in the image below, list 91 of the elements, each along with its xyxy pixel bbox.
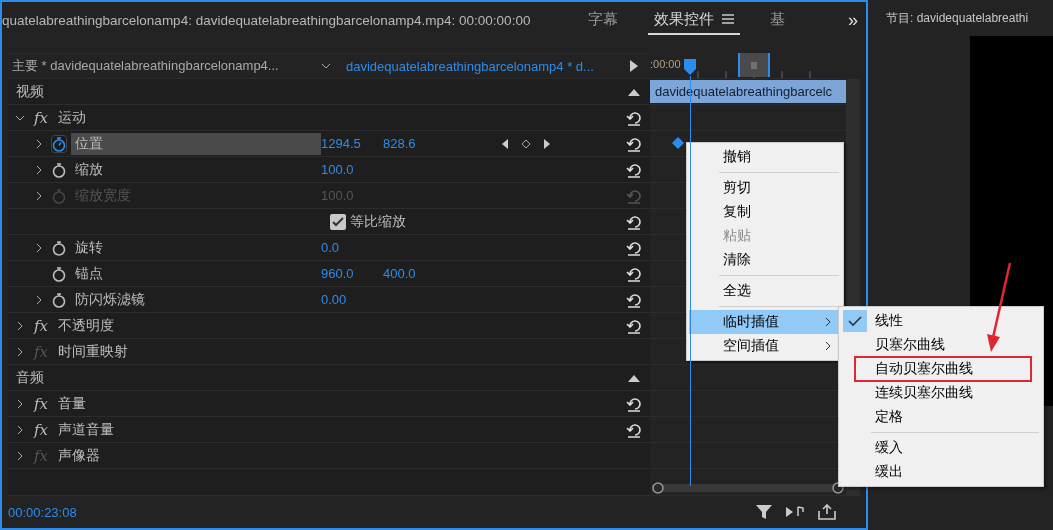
chevron-right-icon[interactable] [16,399,24,408]
effect-name: 时间重映射 [58,342,128,361]
reset-icon[interactable] [626,213,642,230]
clip-bar[interactable]: davidequatelabreathingbarcelc [650,80,846,103]
property-value[interactable]: 0.00 [321,292,383,307]
zoom-scrollbar[interactable] [650,481,846,495]
chevron-right-icon[interactable] [35,191,43,200]
monitor-title: 节目: davidequatelabreathi [886,9,1030,27]
keyframe-navigator-icon[interactable] [500,136,551,151]
chevron-down-icon[interactable] [322,62,330,70]
chevron-right-icon[interactable] [16,425,24,434]
property-value[interactable]: 100.0 [321,162,383,177]
section-header: 视频 [16,82,44,101]
stopwatch-icon[interactable] [51,238,67,257]
menu-item[interactable]: 复制 [689,200,841,224]
reset-icon[interactable] [626,135,642,152]
menu-item[interactable]: 全选 [689,279,841,303]
panel-title: quatelabreathingbarcelonamp4: davidequatelabreathingbarcelonamp4.mp4: 00:00:00:00 [2,12,532,28]
property-name: 旋转 [74,237,104,257]
chevron-right-icon [825,341,831,351]
property-value[interactable]: 828.6 [383,136,445,151]
menu-item[interactable]: 空间插值 [689,334,841,358]
property-name: 锚点 [74,263,104,283]
menu-item[interactable]: 临时插值 [689,310,841,334]
reset-icon[interactable] [626,239,642,256]
effect-name: 不透明度 [58,316,114,335]
panel-tab[interactable]: 效果控件 [648,5,740,35]
menu-item[interactable]: 贝塞尔曲线 [841,333,1041,357]
play-icon[interactable] [630,60,638,72]
menu-item[interactable]: 缓出 [841,460,1041,484]
effect-name: 运动 [58,108,86,127]
stopwatch-icon[interactable] [51,134,67,153]
checkbox-label: 等比缩放 [350,212,406,231]
effect-name: 声道音量 [58,420,114,439]
chevron-right-icon[interactable] [16,451,24,460]
property-value[interactable]: 1294.5 [321,136,383,151]
menu-icon[interactable] [722,14,734,24]
checkbox[interactable] [330,213,346,230]
collapse-triangle-icon[interactable] [628,87,640,96]
keyframe-icon[interactable] [672,137,684,149]
reset-icon[interactable] [626,395,642,412]
effect-name: 音量 [58,394,86,413]
fx-badge[interactable]: fx [34,108,58,127]
stopwatch-icon[interactable] [51,264,67,283]
property-value[interactable]: 0.0 [321,240,383,255]
timecode[interactable]: 00:00:23:08 [8,504,77,520]
property-name: 缩放 [74,159,104,179]
reset-icon[interactable] [626,161,642,178]
export-icon[interactable] [818,504,836,520]
property-value[interactable]: 400.0 [383,266,445,281]
overflow-button[interactable]: » [848,9,858,31]
menu-item[interactable]: 清除 [689,248,841,272]
collapse-triangle-icon[interactable] [628,373,640,382]
chevron-right-icon[interactable] [16,347,24,356]
property-name: 防闪烁滤镜 [74,289,146,309]
chevron-right-icon[interactable] [35,243,43,252]
menu-item[interactable]: 撤销 [689,145,841,169]
reset-icon[interactable] [626,421,642,438]
menu-item[interactable]: 定格 [841,405,1041,429]
stopwatch-icon[interactable] [51,160,67,179]
chevron-right-icon [825,317,831,327]
fx-badge[interactable]: fx [34,316,58,335]
check-icon [843,310,867,332]
panel-tab[interactable]: 字幕 [582,5,624,35]
section-header: 音频 [16,368,44,387]
chevron-right-icon[interactable] [35,295,43,304]
reset-icon[interactable] [626,265,642,282]
stopwatch-icon[interactable] [51,290,67,309]
menu-item[interactable]: 剪切 [689,176,841,200]
menu-item[interactable]: 连续贝塞尔曲线 [841,381,1041,405]
source-clip-label[interactable]: 主要 * davidequatelabreathingbarcelonamp4... [12,57,312,75]
fx-badge[interactable]: fx [34,394,58,413]
menu-item[interactable]: 线性 [841,309,1041,333]
property-name: 位置 [71,132,321,155]
fx-badge[interactable]: fx [34,420,58,439]
chevron-right-icon[interactable] [35,139,43,148]
reset-icon[interactable] [626,291,642,308]
filter-icon[interactable] [756,504,772,520]
panel-tab[interactable]: 基 [764,5,791,35]
property-value[interactable]: 960.0 [321,266,383,281]
menu-item[interactable]: 缓入 [841,436,1041,460]
chevron-right-icon[interactable] [35,165,43,174]
clip-label[interactable]: davidequatelabreathingbarcelonamp4 * d... [346,58,594,74]
menu-item[interactable]: 自动贝塞尔曲线 [855,357,1031,381]
reset-icon[interactable] [626,317,642,334]
reset-icon[interactable] [626,109,642,126]
chevron-down-icon[interactable] [16,113,24,122]
playback-audio-icon[interactable] [786,505,804,519]
chevron-right-icon[interactable] [16,321,24,330]
effect-name: 声像器 [58,446,100,465]
time-ruler-label: :00:00 [650,58,681,70]
